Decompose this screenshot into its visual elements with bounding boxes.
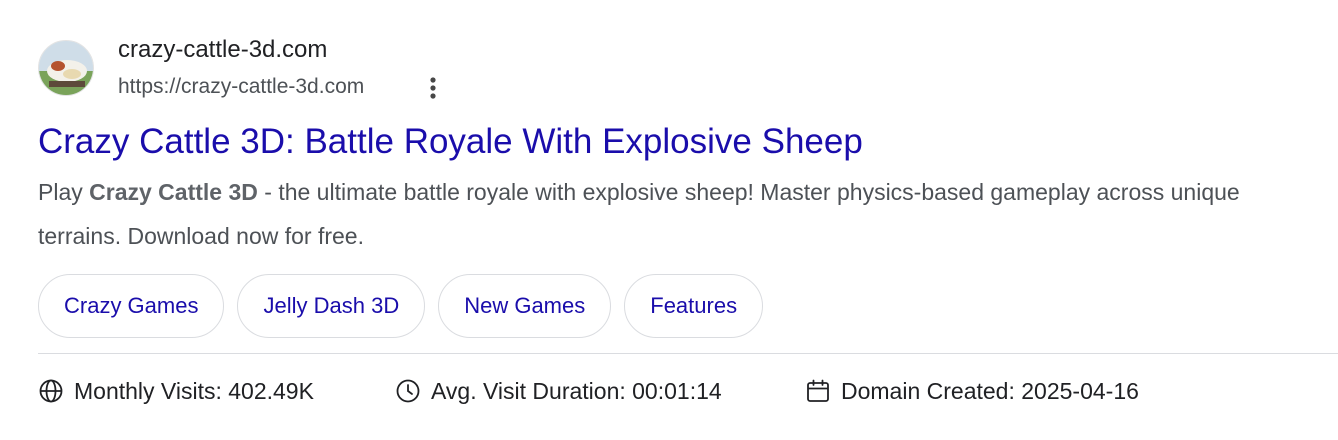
avg-visit-duration-text: Avg. Visit Duration: 00:01:14 — [431, 377, 722, 404]
site-favicon[interactable] — [38, 40, 94, 96]
site-stats: Monthly Visits: 402.49K Avg. Visit Durat… — [38, 374, 1338, 408]
chip-features[interactable]: Features — [624, 274, 764, 338]
more-vert-icon[interactable] — [426, 75, 440, 101]
monthly-visits-text: Monthly Visits: 402.49K — [74, 377, 314, 404]
result-title-link[interactable]: Crazy Cattle 3D: Battle Royale With Expl… — [38, 120, 1338, 164]
chip-new-games[interactable]: New Games — [438, 274, 612, 338]
stat-domain-created: Domain Created: 2025-04-16 — [805, 378, 1139, 405]
favicon-image — [39, 41, 93, 95]
snippet-prefix: Play — [38, 179, 90, 205]
sitelink-chips: Crazy Games Jelly Dash 3D New Games Feat… — [38, 274, 1338, 338]
stat-avg-visit-duration: Avg. Visit Duration: 00:01:14 — [395, 378, 805, 405]
globe-icon — [39, 379, 63, 403]
clock-icon — [396, 379, 420, 403]
search-result: crazy-cattle-3d.com https://crazy-cattle… — [38, 36, 1338, 408]
calendar-icon — [807, 379, 829, 402]
site-header: crazy-cattle-3d.com https://crazy-cattle… — [38, 36, 1338, 104]
domain-created-text: Domain Created: 2025-04-16 — [841, 377, 1139, 404]
site-url[interactable]: https://crazy-cattle-3d.com — [118, 74, 364, 100]
chip-crazy-games[interactable]: Crazy Games — [38, 274, 225, 338]
site-name[interactable]: crazy-cattle-3d.com — [118, 36, 327, 64]
divider — [38, 353, 1338, 354]
result-snippet: Play Crazy Cattle 3D - the ultimate batt… — [38, 170, 1328, 258]
stat-monthly-visits: Monthly Visits: 402.49K — [38, 378, 395, 405]
chip-jelly-dash-3d[interactable]: Jelly Dash 3D — [237, 274, 426, 338]
snippet-highlight: Crazy Cattle 3D — [89, 179, 258, 205]
